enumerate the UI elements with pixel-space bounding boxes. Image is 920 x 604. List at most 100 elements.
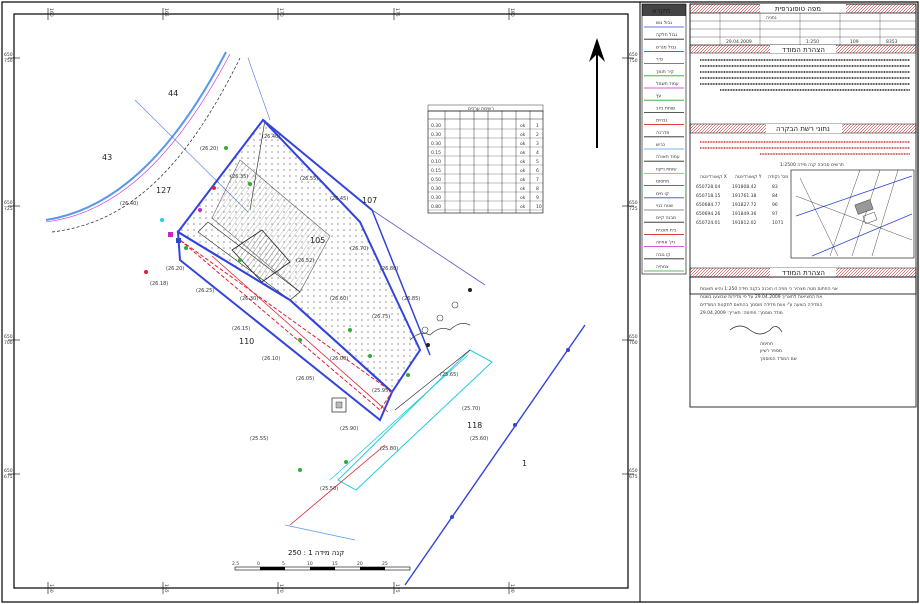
coord-y: 191827.72 xyxy=(732,202,756,208)
svg-text:(26.20): (26.20) xyxy=(200,146,218,152)
location-inset-map: תרשים סביבה קנה מידה 1:2500 xyxy=(780,162,915,259)
coord-y: 191761.38 xyxy=(732,193,756,199)
control-notes xyxy=(700,141,910,155)
grid-label-top: 160 xyxy=(48,8,54,17)
parcel-number-info: 109 xyxy=(850,39,859,45)
parcel-number: 43 xyxy=(102,153,112,162)
table-row-code: ok xyxy=(520,195,526,201)
scale-label: קנה מידה 1 : 250 xyxy=(288,549,344,557)
section-title: הצהרת המודד xyxy=(782,269,825,277)
coords-header: קואורדינטה Y xyxy=(735,174,762,180)
svg-text:(26.55): (26.55) xyxy=(300,176,318,182)
table-row-value: 0.30 xyxy=(431,186,441,192)
grid-label-right-sub: 675 xyxy=(629,474,638,480)
statement-line: המדידה בוצעה ע"י צוות מדידה מוסמך בהתאם … xyxy=(700,302,822,308)
statement-line: אני החתום מטה מצהיר כי מפה זו הוכנה בקנה… xyxy=(700,286,838,292)
table-row-code: ok xyxy=(520,132,526,138)
coord-x: 650724.01 xyxy=(696,220,720,226)
scale-bar: קנה מידה 1 : 250 2.5 0 5 10 15 20 25 xyxy=(232,549,411,571)
svg-text:(25.55): (25.55) xyxy=(250,436,268,442)
svg-text:(25.80): (25.80) xyxy=(380,446,398,452)
legend-item-label: מדרכה xyxy=(656,131,669,136)
legend-item-label: עמוד תאורה xyxy=(656,155,680,160)
table-row-value: 0.30 xyxy=(431,123,441,129)
legend-item-label: קו מים xyxy=(656,192,669,197)
grid-label-bottom: 175 xyxy=(394,584,400,593)
svg-text:(26.85): (26.85) xyxy=(402,296,420,302)
coord-x: 650684.77 xyxy=(696,202,720,208)
svg-text:(26.25): (26.25) xyxy=(196,288,214,294)
legend-item-label: נק' אחיזה xyxy=(656,240,675,246)
block-number: 8353 xyxy=(886,39,898,45)
coord-point: 1071 xyxy=(772,220,784,226)
legend-item-label: מבנה קיים xyxy=(656,216,676,221)
scale-tick-label: 25 xyxy=(382,561,388,567)
legend-item-label: מחסום xyxy=(656,180,669,185)
grid-label-left: 650 xyxy=(4,334,13,340)
legend-item-label: כביש xyxy=(656,143,666,148)
svg-text:(26.60): (26.60) xyxy=(330,296,348,302)
grid-label-right: 650 xyxy=(629,468,638,474)
table-row-code: ok xyxy=(520,141,526,147)
table-row-value: 0.30 xyxy=(431,195,441,201)
parcel-number: 105 xyxy=(310,236,325,245)
svg-text:(26.80): (26.80) xyxy=(380,266,398,272)
grid-label-right: 650 xyxy=(629,334,638,340)
grid-label-bottom: 170 xyxy=(278,584,284,593)
grid-label-left-sub: 700 xyxy=(4,340,13,346)
legend-item-label: בית תוכנית xyxy=(656,228,677,233)
grid-label-top: 175 xyxy=(394,8,400,17)
coord-point: 97 xyxy=(772,211,778,217)
parcel-number: 110 xyxy=(239,337,254,346)
scale-tick-label: 2.5 xyxy=(232,561,239,567)
grid-label-top: 180 xyxy=(509,8,515,17)
statement-text xyxy=(700,59,910,91)
table-row-code: ok xyxy=(520,204,526,210)
area-table-title: רשימת ערכים xyxy=(468,107,494,112)
table-row-code: ok xyxy=(520,177,526,183)
table-row-value: 0.50 xyxy=(431,177,441,183)
license-label: מספר רשיון xyxy=(760,349,782,354)
grid-label-left-sub: 750 xyxy=(4,58,13,64)
grid-label-right-sub: 725 xyxy=(629,206,638,212)
svg-text:(26.45): (26.45) xyxy=(330,196,348,202)
legend-item-label: שטח בנוי xyxy=(656,204,673,209)
section-title: הצהרת המודד xyxy=(782,46,825,54)
svg-text:(25.50): (25.50) xyxy=(320,486,338,492)
svg-text:(25.65): (25.65) xyxy=(440,372,458,378)
grid-label-right-sub: 700 xyxy=(629,340,638,346)
svg-text:(26.05): (26.05) xyxy=(296,376,314,382)
surveyor-statement: אני החתום מטה מצהיר כי מפה זו הוכנה בקנה… xyxy=(689,276,917,408)
grid-label-left-sub: 675 xyxy=(4,474,13,480)
coord-point: 83 xyxy=(772,184,778,190)
grid-label-top: 165 xyxy=(163,8,169,17)
grid-label-top: 170 xyxy=(278,8,284,17)
coord-point: 84 xyxy=(772,193,778,199)
sign-label: חתימה xyxy=(760,342,773,347)
statement-line: את המציאות לתאריך 29.04.2009 על פי מדידו… xyxy=(700,294,822,300)
svg-text:(26.40): (26.40) xyxy=(262,134,280,140)
topographic-map: 160 165 170 175 180 160 165 170 175 180 … xyxy=(1,1,919,603)
legend-item-label: קיר תומך xyxy=(656,70,674,75)
legend-item-label: גדר xyxy=(656,58,663,63)
table-row-value: 0.10 xyxy=(431,159,441,165)
grid-label-left: 650 xyxy=(4,200,13,206)
svg-text:(26.18): (26.18) xyxy=(150,281,168,287)
parcel-line xyxy=(247,57,271,121)
svg-text:(25.70): (25.70) xyxy=(462,406,480,412)
svg-text:(26.30): (26.30) xyxy=(240,296,258,302)
road-edge xyxy=(289,444,386,526)
legend-item-label: גבול מגרש xyxy=(656,45,676,50)
table-row-number: 6 xyxy=(536,168,539,174)
svg-text:(26.70): (26.70) xyxy=(350,246,368,252)
table-row-number: 2 xyxy=(536,132,539,138)
svg-text:(26.75): (26.75) xyxy=(372,314,390,320)
surveyor-label: שם המודד המוסמך xyxy=(760,357,797,362)
table-row-value: 0.30 xyxy=(431,141,441,147)
grid-label-right: 650 xyxy=(629,52,638,58)
coords-header: קואורדינטה X xyxy=(700,174,727,180)
grid-label-left: 650 xyxy=(4,468,13,474)
table-row-number: 7 xyxy=(536,177,539,183)
svg-text:(26.35): (26.35) xyxy=(230,174,248,180)
table-row-value: 0.15 xyxy=(431,150,441,156)
